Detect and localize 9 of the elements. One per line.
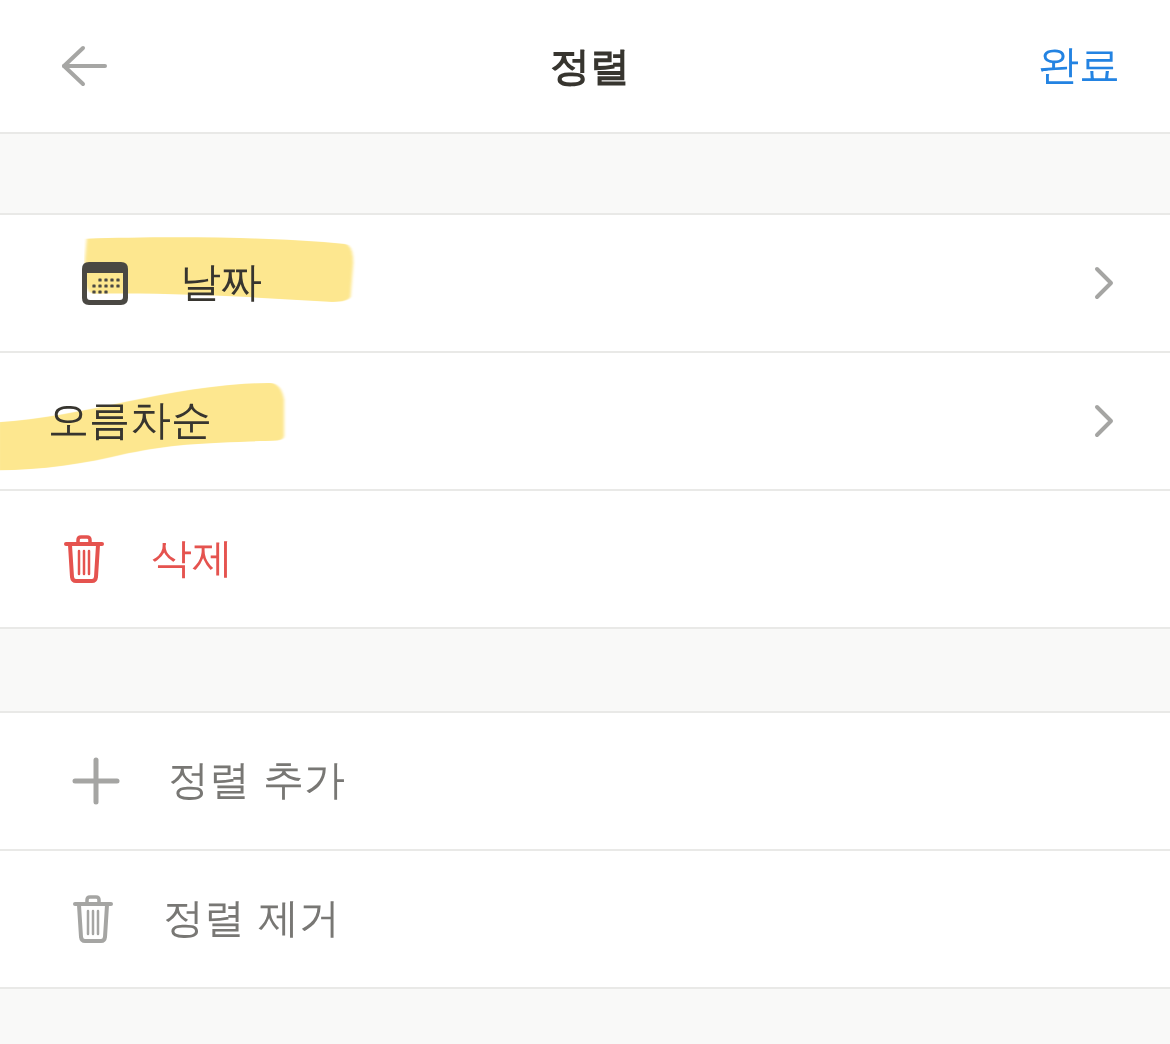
- trash-icon: [64, 535, 104, 583]
- plus-icon: [72, 757, 120, 805]
- trash-icon: [73, 895, 113, 943]
- done-button[interactable]: 완료: [1038, 41, 1120, 91]
- chevron-right-icon: [1094, 404, 1114, 438]
- page-title: 정렬: [550, 42, 630, 90]
- calendar-icon: [82, 261, 128, 305]
- back-button[interactable]: [60, 44, 108, 88]
- chevron-right-icon: [1094, 266, 1114, 300]
